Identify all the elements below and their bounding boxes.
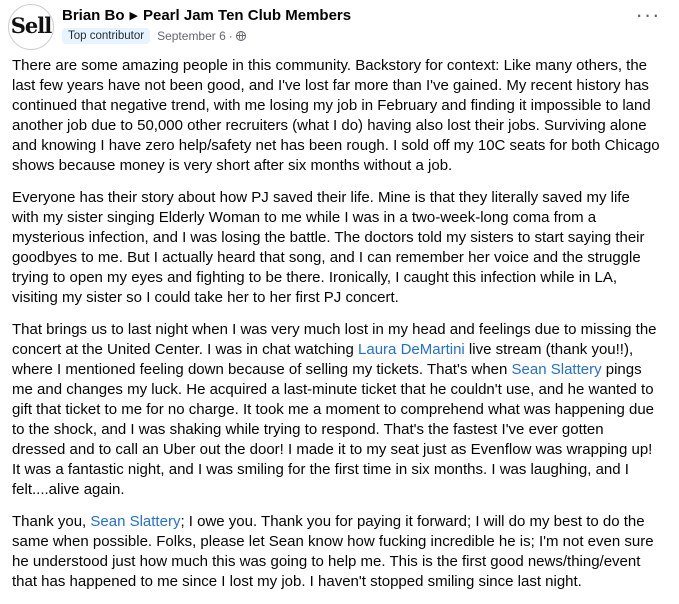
post-header: Brian Bo ▶ Pearl Jam Ten Club Members [62, 7, 351, 27]
mention-sean-slattery[interactable]: Sean Slattery [512, 361, 602, 378]
post-paragraph-2: Everyone has their story about how PJ sa… [12, 189, 645, 306]
right-arrow-icon: ▶ [129, 10, 138, 22]
post-paragraph-1: There are some amazing people in this co… [12, 57, 660, 174]
post-card: Sell Brian Bo ▶ Pearl Jam Ten Club Members… [0, 0, 679, 590]
post-date[interactable]: September 6 [157, 29, 226, 43]
mention-laura-demartini[interactable]: Laura DeMartini [358, 341, 465, 358]
post-paragraph-4: Thank you, Sean Slattery; I owe you. Tha… [12, 512, 660, 592]
avatar-logo-text: Sell [10, 13, 52, 38]
author-name[interactable]: Brian Bo [62, 7, 125, 24]
post-body: There are some amazing people in this co… [12, 56, 660, 604]
more-options-icon[interactable]: ··· [635, 4, 661, 34]
paragraph-3-text-c: pings me and changes my luck. He acquire… [12, 361, 655, 498]
mention-sean-slattery[interactable]: Sean Slattery [90, 513, 180, 530]
group-name[interactable]: Pearl Jam Ten Club Members [143, 7, 351, 24]
post-paragraph-3: That brings us to last night when I was … [12, 320, 660, 500]
author-avatar[interactable]: Sell [8, 4, 54, 50]
meta-separator: · [228, 29, 233, 43]
globe-icon [235, 31, 246, 41]
post-meta: Top contributor September 6 · [62, 27, 246, 45]
paragraph-4-text-a: Thank you, [12, 513, 91, 530]
top-contributor-badge[interactable]: Top contributor [62, 28, 151, 44]
